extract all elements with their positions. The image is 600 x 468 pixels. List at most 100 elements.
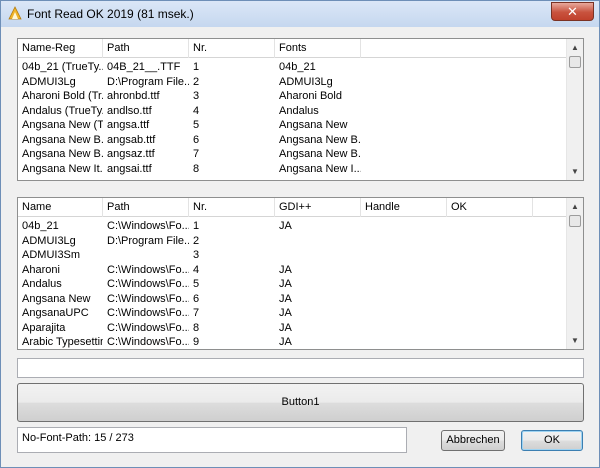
- column-header-fonts[interactable]: Fonts: [275, 39, 361, 58]
- client-area: Name-Reg Path Nr. Fonts 04b_21 (TrueTy..…: [8, 27, 592, 461]
- table-cell: Andalus: [22, 278, 62, 290]
- table-row[interactable]: Aparajita C:\Windows\Fo... 8 JA: [18, 321, 568, 336]
- font-app-icon: [8, 6, 22, 20]
- grid-header: Name Path Nr. GDI++ Handle OK: [18, 198, 568, 217]
- table-cell: 1: [193, 61, 200, 73]
- ok-button[interactable]: OK: [521, 430, 583, 451]
- table-cell: ADMUI3Lg: [22, 234, 76, 247]
- table-cell: 04b_21 (TrueTy...: [22, 61, 103, 73]
- table-row[interactable]: Andalus C:\Windows\Fo... 5 JA: [18, 277, 568, 292]
- table-cell: ADMUI3Sm: [22, 249, 81, 261]
- table-cell: JA: [279, 321, 292, 334]
- column-header-nr[interactable]: Nr.: [189, 39, 275, 58]
- table-row[interactable]: Arabic Typesetting C:\Windows\Fo... 9 JA: [18, 335, 568, 349]
- table-cell: angsa.ttf: [107, 119, 150, 131]
- table-cell: ahronbd.ttf: [107, 90, 160, 102]
- table-cell: C:\Windows\Fo...: [107, 307, 189, 319]
- table-cell: [447, 335, 533, 349]
- table-cell: 3: [193, 90, 200, 102]
- table-cell: angsab.ttf: [107, 133, 156, 146]
- table-cell: [361, 292, 447, 307]
- column-header-name-reg[interactable]: Name-Reg: [18, 39, 103, 58]
- status-text: No-Font-Path: 15 / 273: [17, 427, 407, 453]
- scroll-down-arrow-icon[interactable]: ▼: [567, 163, 583, 180]
- table-cell: 04b_21: [22, 220, 59, 232]
- table-cell: Angsana New B...: [279, 133, 361, 146]
- table-row[interactable]: Angsana New B... angsaz.ttf 7 Angsana New B…: [18, 147, 568, 162]
- table-cell: C:\Windows\Fo...: [107, 278, 189, 290]
- table-row[interactable]: Angsana New C:\Windows\Fo... 6 JA: [18, 292, 568, 307]
- table-cell: AngsanaUPC: [22, 307, 89, 319]
- table-cell: [361, 277, 447, 292]
- table-cell: C:\Windows\Fo...: [107, 321, 189, 334]
- table-row[interactable]: ADMUI3Lg D:\Program File... 2: [18, 234, 568, 249]
- table-cell: 6: [193, 133, 200, 146]
- table-row[interactable]: ADMUI3Lg D:\Program File... 2 ADMUI3Lg: [18, 75, 568, 90]
- table-cell: 5: [193, 119, 200, 131]
- table-cell: andlso.ttf: [107, 104, 152, 117]
- scroll-thumb[interactable]: [569, 215, 581, 227]
- table-cell: Angsana New B...: [22, 148, 103, 160]
- table-cell: [447, 234, 533, 249]
- table-cell: ADMUI3Lg: [22, 75, 76, 88]
- table-cell: [361, 248, 447, 263]
- table-row[interactable]: Andalus (TrueTy... andlso.ttf 4 Andalus: [18, 104, 568, 119]
- table-row[interactable]: Aharoni Bold (Tr... ahronbd.ttf 3 Aharoni B…: [18, 89, 568, 104]
- table-cell: JA: [279, 263, 292, 276]
- column-header-gdi[interactable]: GDI++: [275, 198, 361, 217]
- table-row[interactable]: Angsana New It... angsai.ttf 8 Angsana New …: [18, 162, 568, 177]
- table-row[interactable]: ADMUI3Sm 3: [18, 248, 568, 263]
- close-button[interactable]: ✕: [551, 2, 594, 21]
- table-cell: Aharoni Bold: [279, 90, 342, 102]
- table-cell: 3: [193, 249, 200, 261]
- table-cell: D:\Program File...: [107, 234, 189, 247]
- vertical-scrollbar[interactable]: ▲ ▼: [566, 39, 583, 180]
- table-cell: Angsana New: [22, 292, 91, 305]
- table-row[interactable]: Angsana New B... angsab.ttf 6 Angsana New B…: [18, 133, 568, 148]
- table-cell: [447, 219, 533, 234]
- table-cell: Angsana New B...: [279, 148, 361, 160]
- scroll-up-arrow-icon[interactable]: ▲: [567, 39, 583, 56]
- vertical-scrollbar[interactable]: ▲ ▼: [566, 198, 583, 349]
- table-cell: Angsana New I...: [279, 162, 361, 175]
- title-bar[interactable]: Font Read OK 2019 (81 msek.) ✕: [1, 1, 599, 27]
- column-header-name[interactable]: Name: [18, 198, 103, 217]
- table-row[interactable]: Aharoni C:\Windows\Fo... 4 JA: [18, 263, 568, 278]
- table-cell: JA: [279, 278, 292, 290]
- column-header-handle[interactable]: Handle: [361, 198, 447, 217]
- table-cell: 5: [193, 278, 200, 290]
- table-cell: angsai.ttf: [107, 162, 152, 175]
- table-cell: 1: [193, 220, 200, 232]
- table-cell: [103, 248, 189, 263]
- table-cell: 04b_21: [279, 61, 316, 73]
- scroll-up-arrow-icon[interactable]: ▲: [567, 198, 583, 215]
- table-row[interactable]: 04b_21 C:\Windows\Fo... 1 JA: [18, 219, 568, 234]
- table-cell: [361, 306, 447, 321]
- column-header-ok[interactable]: OK: [447, 198, 533, 217]
- font-registry-grid[interactable]: Name-Reg Path Nr. Fonts 04b_21 (TrueTy..…: [17, 38, 584, 181]
- window-title: Font Read OK 2019 (81 msek.): [27, 7, 194, 21]
- table-row[interactable]: Angsana New (T... angsa.ttf 5 Angsana New: [18, 118, 568, 133]
- table-cell: Andalus (TrueTy...: [22, 104, 103, 117]
- table-cell: C:\Windows\Fo...: [107, 220, 189, 232]
- button1[interactable]: Button1: [17, 383, 584, 422]
- table-cell: [447, 306, 533, 321]
- table-cell: 7: [193, 307, 200, 319]
- table-cell: 4: [193, 104, 200, 117]
- column-header-nr[interactable]: Nr.: [189, 198, 275, 217]
- table-cell: [447, 248, 533, 263]
- table-cell: Angsana New: [279, 119, 348, 131]
- table-row[interactable]: 04b_21 (TrueTy... 04B_21__.TTF 1 04b_21: [18, 60, 568, 75]
- path-input[interactable]: [17, 358, 584, 378]
- table-cell: angsaz.ttf: [107, 148, 155, 160]
- cancel-button[interactable]: Abbrechen: [441, 430, 505, 451]
- column-header-path[interactable]: Path: [103, 39, 189, 58]
- main-window: Font Read OK 2019 (81 msek.) ✕ Name-Reg …: [0, 0, 600, 468]
- column-header-path[interactable]: Path: [103, 198, 189, 217]
- scroll-down-arrow-icon[interactable]: ▼: [567, 332, 583, 349]
- scroll-thumb[interactable]: [569, 56, 581, 68]
- table-cell: 9: [193, 336, 200, 348]
- table-cell: JA: [279, 292, 292, 305]
- font-details-grid[interactable]: Name Path Nr. GDI++ Handle OK 04b_21 C:\W…: [17, 197, 584, 350]
- table-row[interactable]: AngsanaUPC C:\Windows\Fo... 7 JA: [18, 306, 568, 321]
